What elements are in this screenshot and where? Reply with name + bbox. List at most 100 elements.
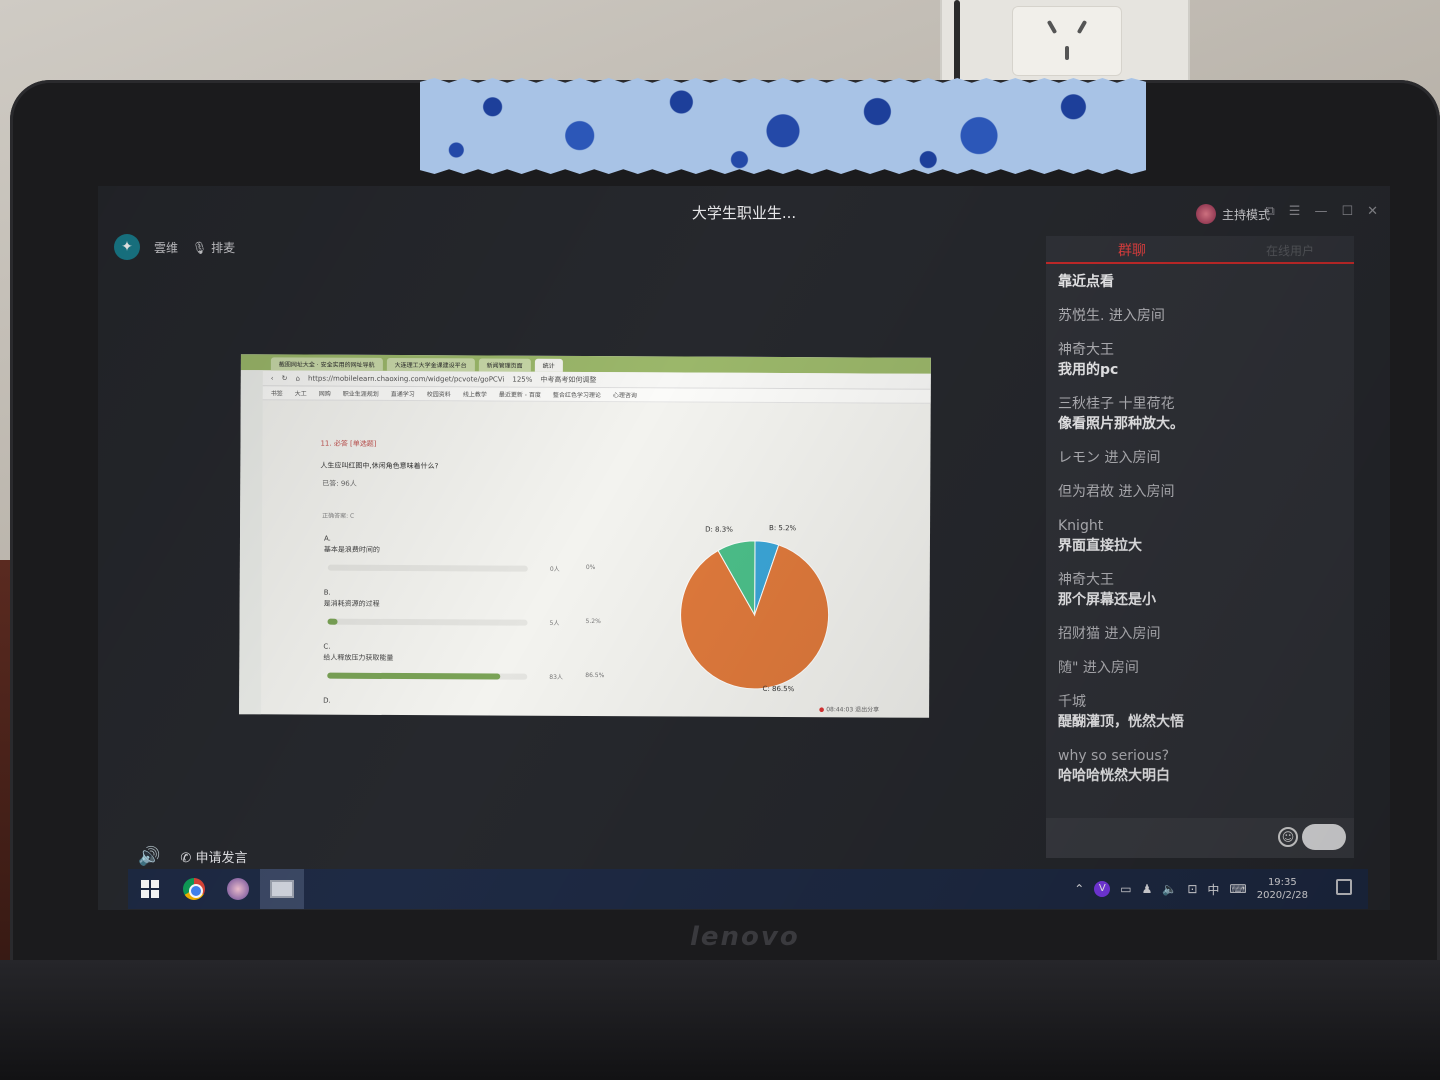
browser-sidebar (239, 370, 263, 715)
chat-message-list: 靠近点看苏悦生. 进入房间神奇大王 我用的pc 三秋桂子 十里荷花 像看照片那种放大。… (1058, 272, 1348, 800)
taskbar-meeting-app[interactable] (216, 869, 260, 909)
bookmark-item[interactable]: 校园资料 (427, 389, 451, 398)
emoji-icon[interactable]: ☺ (1278, 827, 1298, 847)
notification-icon[interactable] (1336, 879, 1352, 895)
option-text: 基本是浪费时间的 (323, 545, 380, 554)
minimize-icon[interactable]: — (1314, 204, 1327, 219)
chat-message-name: 神奇大王 (1058, 572, 1114, 588)
chat-message-body: 界面直接拉大 (1058, 538, 1142, 554)
bottom-controls: 🔊 ✆ 申请发言 (138, 846, 247, 867)
record-dot-icon: ● (819, 706, 825, 714)
laptop-base (0, 960, 1440, 1080)
popout-icon[interactable]: ⧉ (1265, 204, 1274, 219)
chat-message: Knight 界面直接拉大 (1058, 516, 1348, 556)
host-mode-toggle[interactable]: 主持模式 (1195, 204, 1270, 224)
bookmark-item[interactable]: 大工 (295, 388, 307, 397)
browser-tab[interactable]: 大连理工大学金课建设平台 (386, 357, 475, 372)
browser-tab[interactable]: 截图网址大全 · 安全实用的网址导航 (270, 357, 383, 371)
taskbar-chrome[interactable] (172, 869, 216, 909)
chat-message: レモン 进入房间 (1058, 448, 1348, 468)
user-icon[interactable]: ♟ (1142, 882, 1153, 896)
apply-speak-label: 申请发言 (195, 851, 248, 866)
ime-indicator[interactable]: 中 (1207, 881, 1219, 898)
volume-icon[interactable]: 🔈 (1162, 882, 1177, 896)
bookmark-item[interactable]: 书签 (271, 388, 283, 397)
keyboard-icon[interactable]: ⌨ (1229, 882, 1246, 896)
search-suggestion[interactable]: 中考高考如何调整 (540, 374, 596, 384)
outlet-hole (1065, 46, 1069, 60)
recording-time: 08:44:03 (826, 706, 854, 714)
send-button[interactable] (1302, 824, 1346, 850)
bookmark-item[interactable]: 职业生涯规划 (343, 389, 379, 398)
refresh-icon[interactable]: ↻ (282, 374, 288, 382)
chat-message: 三秋桂子 十里荷花 像看照片那种放大。 (1058, 394, 1348, 434)
avatar (1195, 204, 1216, 224)
zoom-level: 125% (512, 375, 533, 384)
bookmarks-bar: 书签 大工 网购 职业生涯规划 直通学习 校园资料 线上教学 最近更新 - 百度… (240, 386, 931, 404)
maximize-icon[interactable]: ☐ (1341, 204, 1353, 219)
home-icon[interactable]: ⌂ (295, 374, 299, 382)
chat-panel: 群聊 在线用户 靠近点看苏悦生. 进入房间神奇大王 我用的pc 三秋桂子 十里荷花像… (1046, 236, 1354, 858)
chat-message-name: 神奇大王 (1058, 342, 1114, 358)
option-bar-fill (327, 618, 338, 625)
option-bar (327, 672, 528, 680)
bookmark-item[interactable]: 网购 (319, 389, 331, 398)
chat-input[interactable]: ☺ (1046, 818, 1354, 858)
pie-chart-svg: B: 5.2% C: 86.5% D: 8.3% (680, 524, 830, 693)
mic-queue-button[interactable]: 🎙 排麦 (192, 239, 235, 256)
window-controls: ⧉ ☰ — ☐ ✕ (1265, 204, 1378, 219)
option-b: B. 是消耗资源的过程 5人 5.2% (323, 588, 614, 627)
phone-icon: ✆ (180, 851, 192, 866)
chat-message: 但为君故 进入房间 (1058, 482, 1348, 502)
outlet-hole (1076, 19, 1088, 35)
chat-message-name: Knight (1058, 518, 1104, 534)
chat-message-name: 招财猫 进入房间 (1058, 626, 1161, 642)
tab-group-chat[interactable]: 群聊 (1118, 240, 1146, 260)
bookmark-item[interactable]: 心理咨询 (613, 390, 637, 399)
top-left-bar: ✦ 雲维 🎙 排麦 (114, 234, 235, 260)
chat-message: why so serious? 哈哈哈恍然大明白 (1058, 746, 1348, 786)
chat-message: 神奇大王 我用的pc (1058, 340, 1348, 380)
browser-tab[interactable]: 新闻管理页面 (478, 358, 531, 372)
chat-message: 神奇大王 那个屏幕还是小 (1058, 570, 1348, 610)
browser-tab-active[interactable]: 统计 (534, 358, 563, 372)
taskbar-screen-app[interactable] (260, 869, 304, 909)
close-icon[interactable]: ✕ (1367, 204, 1378, 219)
correct-answer: 正确答案: C (322, 512, 355, 520)
bookmark-item[interactable]: 整合红色学习理论 (553, 390, 601, 399)
apply-speak-button[interactable]: ✆ 申请发言 (180, 847, 247, 866)
chevron-up-icon[interactable]: ⌃ (1074, 882, 1084, 896)
chat-message: 靠近点看 (1058, 272, 1348, 292)
chat-message-name: レモン 进入房间 (1058, 450, 1161, 466)
menu-icon[interactable]: ☰ (1289, 204, 1301, 219)
bookmark-item[interactable]: 线上教学 (463, 389, 487, 398)
windows-icon (141, 880, 159, 898)
speaker-icon[interactable]: 🔊 (138, 846, 160, 867)
option-pct: 5.2% (585, 618, 601, 626)
battery-icon[interactable]: ▭ (1120, 882, 1131, 896)
outlet-plate (1012, 6, 1122, 76)
shared-screen: 截图网址大全 · 安全实用的网址导航 大连理工大学金课建设平台 新闻管理页面 统… (239, 354, 931, 718)
screen-app-icon (270, 880, 294, 898)
bookmark-item[interactable]: 最近更新 - 百度 (499, 390, 541, 399)
clock[interactable]: 19:35 2020/2/28 (1257, 876, 1308, 902)
option-bar-fill (327, 672, 501, 680)
recording-status: ● 08:44:03 退出分享 (819, 704, 879, 713)
network-icon[interactable]: ⊡ (1187, 882, 1197, 896)
option-letter: B. (323, 588, 331, 597)
chat-message-name: 三秋桂子 十里荷花 (1058, 396, 1175, 412)
pie-label: C: 86.5% (763, 685, 795, 693)
chat-message: 苏悦生. 进入房间 (1058, 306, 1348, 326)
exit-share-button[interactable]: 退出分享 (855, 706, 879, 713)
option-letter: C. (323, 642, 331, 651)
tab-online-users[interactable]: 在线用户 (1266, 242, 1314, 259)
option-text: 是消耗资源的过程 (323, 599, 380, 608)
option-letter: A. (323, 534, 331, 543)
bookmark-item[interactable]: 直通学习 (391, 389, 415, 398)
start-button[interactable] (128, 869, 172, 909)
v-app-icon[interactable]: V (1094, 881, 1111, 897)
option-pct: 86.5% (585, 672, 605, 680)
back-icon[interactable]: ‹ (271, 374, 274, 382)
url-text[interactable]: https://mobilelearn.chaoxing.com/widget/… (308, 374, 504, 383)
option-text: 给人释放压力获取能量 (323, 653, 394, 662)
